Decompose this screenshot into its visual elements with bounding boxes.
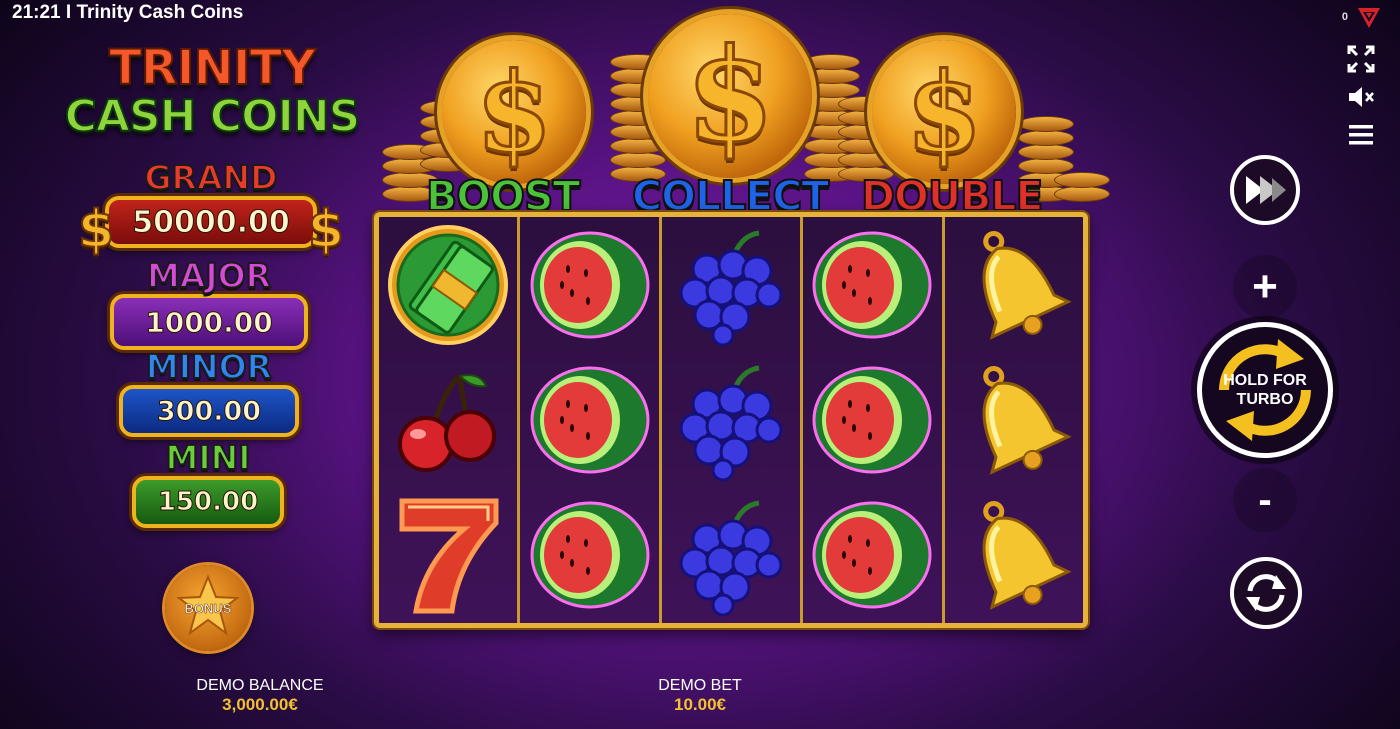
symbol-watermelon <box>803 352 941 487</box>
jackpot-grand-value: 50000.00 <box>105 196 317 248</box>
symbol-watermelon <box>520 352 658 487</box>
jackpot-grand-label: GRAND <box>143 158 278 197</box>
watermelon-icon <box>812 501 932 609</box>
watermelon-icon <box>812 231 932 339</box>
bell-icon <box>982 230 1072 340</box>
jackpot-minor-value: 300.00 <box>119 385 299 437</box>
demo-bet: DEMO BET 10.00€ <box>620 677 780 715</box>
seven-icon <box>399 498 499 614</box>
watermelon-icon <box>530 501 650 609</box>
clock-time: 21:21 <box>12 2 61 23</box>
game-logo: TRINITY CASH COINS <box>62 40 362 142</box>
jackpot-mini: MINI 150.00 <box>130 438 286 528</box>
jackpot-minor-label: MINOR <box>145 347 273 386</box>
demo-balance-label: DEMO BALANCE <box>196 677 324 694</box>
jackpot-minor: MINOR 300.00 <box>117 347 301 437</box>
grapes-icon <box>679 230 783 347</box>
counter-badge: 0 <box>1341 11 1348 23</box>
symbol-cherry <box>379 352 517 487</box>
symbol-seven <box>379 488 517 623</box>
decrease-bet-button[interactable]: - <box>1233 468 1297 532</box>
symbol-grapes <box>662 352 800 487</box>
spin-label: HOLD FOR TURBO <box>1215 371 1315 409</box>
demo-bet-label: DEMO BET <box>658 677 742 694</box>
dollar-sign-left-icon: $ <box>77 199 115 261</box>
title-separator: I <box>65 2 72 23</box>
fullscreen-icon[interactable] <box>1346 44 1376 74</box>
reel-2 <box>520 217 662 623</box>
demo-balance: DEMO BALANCE 3,000.00€ <box>160 677 360 715</box>
symbol-bell <box>945 488 1083 623</box>
jackpot-grand: GRAND $ 50000.00 $ <box>76 158 346 262</box>
symbol-bell <box>945 352 1083 487</box>
reel-1 <box>379 217 521 623</box>
side-menu <box>1344 44 1378 150</box>
bell-icon <box>982 365 1072 475</box>
jackpot-mini-value: 150.00 <box>132 476 284 528</box>
jackpot-mini-label: MINI <box>164 438 251 477</box>
bell-icon <box>982 501 1072 611</box>
logo-line-trinity: TRINITY <box>108 40 317 96</box>
symbol-bell <box>945 217 1083 352</box>
reel-3 <box>662 217 804 623</box>
bonus-label: BONUS <box>184 600 232 616</box>
symbol-grapes <box>662 217 800 352</box>
feature-coins-area: $ $ $ BOOST COLLECT DOUBLE <box>378 6 1110 221</box>
symbol-cash-stack <box>379 217 517 352</box>
logo-line-cash-coins: CASH COINS <box>64 91 362 142</box>
bonus-button[interactable]: BONUS <box>165 565 251 651</box>
jackpot-major-label: MAJOR <box>146 256 272 295</box>
watermelon-icon <box>812 366 932 474</box>
reel-5 <box>945 217 1083 623</box>
game-title: Trinity Cash Coins <box>76 2 244 23</box>
symbol-watermelon <box>520 488 658 623</box>
cash-stack-icon <box>388 224 509 345</box>
increase-bet-button[interactable]: + <box>1233 255 1297 319</box>
symbol-watermelon <box>520 217 658 352</box>
fast-forward-icon <box>1246 176 1286 204</box>
top-right-area: 0 <box>1342 4 1382 30</box>
symbol-grapes <box>662 488 800 623</box>
autoplay-icon <box>1246 574 1286 612</box>
symbol-watermelon <box>803 488 941 623</box>
brand-logo-icon <box>1358 8 1380 28</box>
spin-button[interactable]: HOLD FOR TURBO <box>1197 322 1333 458</box>
reel-4 <box>803 217 945 623</box>
grapes-icon <box>679 365 783 482</box>
reels-grid <box>374 212 1088 628</box>
double-coin-icon: $ <box>872 40 1016 184</box>
menu-icon[interactable] <box>1346 120 1376 150</box>
jackpot-major-value: 1000.00 <box>110 294 308 350</box>
dollar-sign-right-icon: $ <box>307 199 345 261</box>
demo-balance-value: 3,000.00€ <box>222 695 298 714</box>
watermelon-icon <box>530 366 650 474</box>
autoplay-button[interactable] <box>1230 557 1302 629</box>
collect-coin-icon: $ <box>648 14 812 178</box>
symbol-watermelon <box>803 217 941 352</box>
grapes-icon <box>679 500 783 617</box>
demo-bet-value: 10.00€ <box>674 695 726 714</box>
watermelon-icon <box>530 231 650 339</box>
quick-spin-button[interactable] <box>1230 155 1300 225</box>
spin-label-line1: HOLD FOR <box>1223 372 1307 389</box>
boost-coin-icon: $ <box>442 40 586 184</box>
cherry-icon <box>398 373 497 472</box>
jackpot-major: MAJOR 1000.00 <box>108 256 310 350</box>
mute-icon[interactable] <box>1346 82 1376 112</box>
spin-label-line2: TURBO <box>1236 391 1294 408</box>
